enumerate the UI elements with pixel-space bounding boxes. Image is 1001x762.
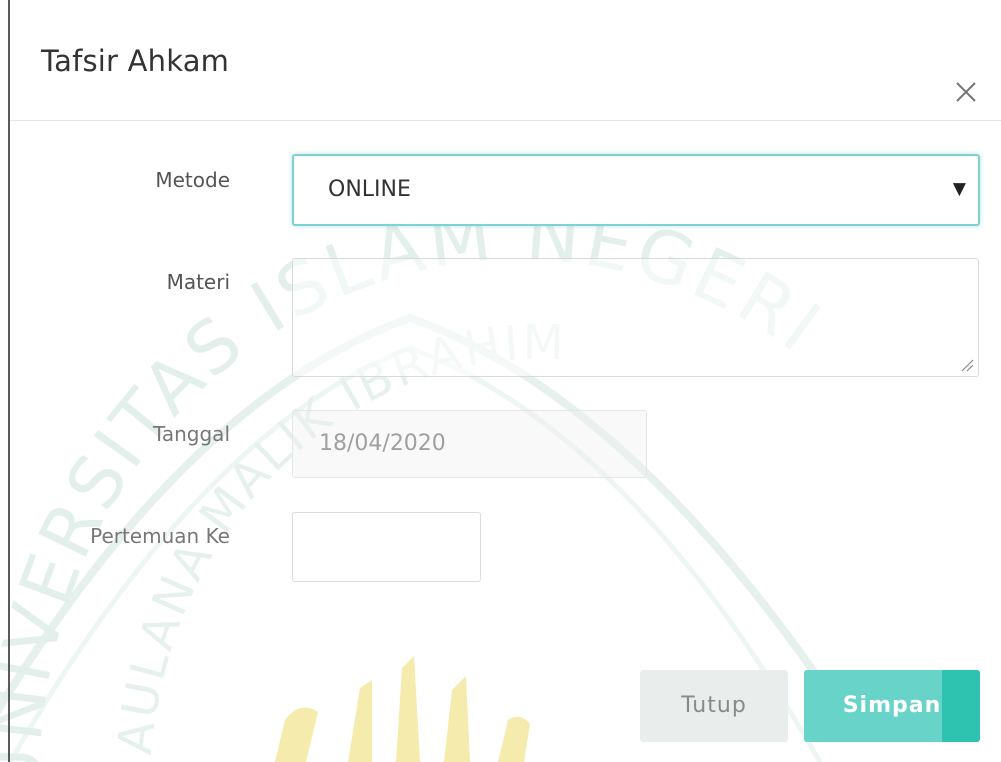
materi-label: Materi [166,270,230,294]
materi-textarea[interactable] [292,258,979,377]
simpan-button-edge [942,670,980,742]
close-button[interactable] [954,80,978,104]
modal-title: Tafsir Ahkam [41,44,230,78]
metode-selected-value: ONLINE [328,177,411,202]
modal-dialog: Tafsir Ahkam Metode ONLINE ▼ Materi Tang [10,0,1001,762]
close-icon [956,82,976,102]
tutup-button[interactable]: Tutup [640,670,788,742]
tanggal-label: Tanggal [152,422,230,446]
tanggal-value: 18/04/2020 [319,431,446,456]
metode-select[interactable]: ONLINE ▼ [292,154,980,226]
simpan-button-label: Simpan [842,693,942,718]
tanggal-input[interactable]: 18/04/2020 [292,410,647,478]
simpan-button[interactable]: Simpan [804,670,980,742]
screen: UNIVERSITAS ISLAM NEGERI MAULANA MALIK I… [0,0,1001,762]
pertemuan-label: Pertemuan Ke [90,524,230,548]
pertemuan-input[interactable] [292,512,481,582]
modal-header: Tafsir Ahkam [10,0,1001,121]
caret-down-icon: ▼ [952,179,966,199]
metode-label: Metode [155,168,230,192]
resize-grip-icon[interactable] [960,358,974,372]
